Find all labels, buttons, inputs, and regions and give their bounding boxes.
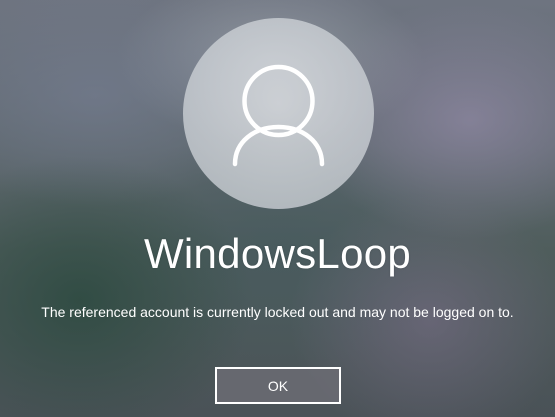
account-name: WindowsLoop	[143, 230, 412, 277]
user-silhouette-icon	[232, 64, 325, 167]
error-message: The referenced account is currently lock…	[41, 304, 514, 320]
ok-button[interactable]: OK	[215, 367, 341, 404]
ok-button-label: OK	[267, 377, 289, 394]
user-avatar	[183, 18, 374, 209]
